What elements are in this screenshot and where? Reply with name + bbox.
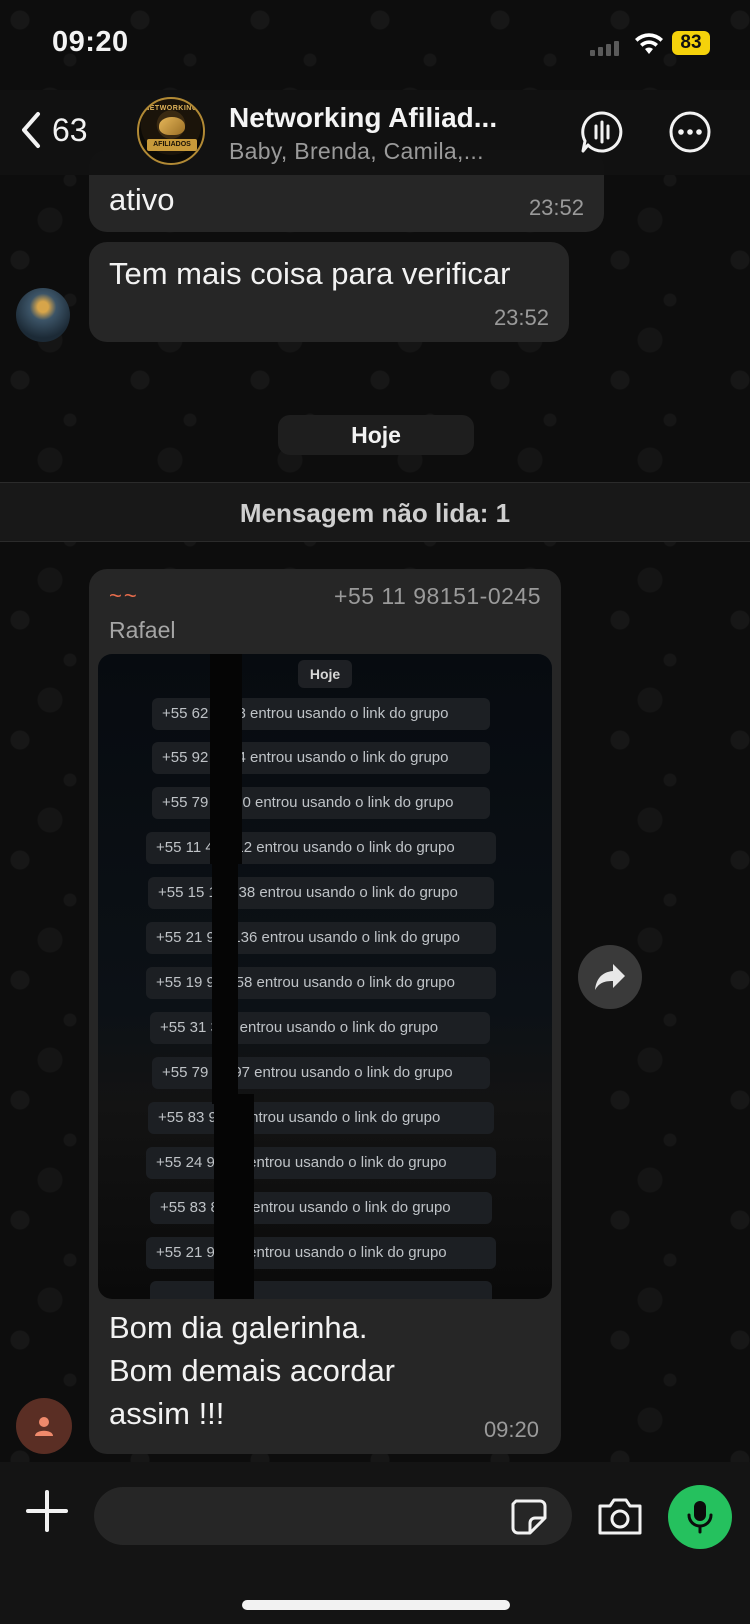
shared-screenshot-image[interactable]: Hoje +55 62 4748 entrou usando o link do… [98, 654, 552, 1299]
screenshot-row: +55 62 4748 entrou usando o link do grup… [152, 698, 490, 730]
image-message-bubble[interactable]: ~~ +55 11 98151-0245 Rafael Hoje +55 62 … [89, 569, 561, 1454]
sender-avatar[interactable] [16, 1398, 72, 1454]
camera-icon[interactable] [596, 1494, 644, 1538]
back-button[interactable]: 63 [18, 110, 88, 150]
unread-messages-banner: Mensagem não lida: 1 [0, 482, 750, 542]
status-time: 09:20 [52, 26, 129, 58]
screenshot-row: +55 21 9 842 entrou usando o link do gru… [146, 1237, 496, 1269]
message-text: ativo [109, 182, 175, 217]
battery-icon: 83 [672, 31, 710, 55]
message-text: Tem mais coisa para verificar [109, 256, 511, 291]
unread-count: 63 [52, 111, 88, 148]
message-time: 09:20 [483, 1417, 539, 1442]
group-members[interactable]: Baby, Brenda, Camila,... [229, 138, 484, 165]
screenshot-row: +55 79 8 097 entrou usando o link do gru… [152, 1057, 490, 1089]
redaction-mark [214, 1094, 254, 1299]
redaction-mark [212, 854, 238, 1104]
screenshot-row [150, 1281, 492, 1299]
message-bubble[interactable]: Tem mais coisa para verificar 23:52 [89, 242, 569, 342]
screenshot-row: +55 83 9 87 entrou usando o link do grup… [148, 1102, 494, 1134]
screenshot-row: +55 24 9 202 entrou usando o link do gru… [146, 1147, 496, 1179]
screenshot-row: +55 15 1-6138 entrou usando o link do gr… [148, 877, 494, 909]
sender-name: Rafael [109, 617, 176, 643]
plus-icon[interactable] [24, 1488, 70, 1534]
sender-phone[interactable]: +55 11 98151-0245 [334, 583, 541, 610]
message-composer [0, 1462, 750, 1624]
screenshot-row: +55 31 349 entrou usando o link do grupo [150, 1012, 490, 1044]
microphone-icon [687, 1501, 713, 1534]
group-avatar[interactable]: NETWORKING AFILIADOS [137, 97, 205, 165]
wifi-icon [635, 33, 663, 54]
voice-chat-icon[interactable] [580, 110, 624, 154]
person-icon [35, 1417, 53, 1436]
message-caption: Bom dia galerinha. Bom demais acordar as… [109, 1310, 396, 1431]
screenshot-date-chip: Hoje [298, 660, 352, 688]
group-name[interactable]: Networking Afiliad... [229, 102, 497, 134]
screenshot-row: +55 79 -8700 entrou usando o link do gru… [152, 787, 490, 819]
chat-header: 63 NETWORKING AFILIADOS Networking Afili… [0, 90, 750, 175]
sticker-icon[interactable] [510, 1498, 548, 1536]
chevron-left-icon [22, 112, 40, 148]
message-time: 23:52 [528, 195, 584, 220]
message-input[interactable] [94, 1487, 572, 1545]
home-indicator [242, 1600, 510, 1610]
screenshot-row: +55 19 9 6058 entrou usando o link do gr… [146, 967, 496, 999]
date-separator: Hoje [278, 415, 474, 455]
screenshot-row: +55 11 4-5812 entrou usando o link do gr… [146, 832, 496, 864]
cellular-signal-icon [590, 41, 619, 56]
screenshot-row: +55 92 3524 entrou usando o link do grup… [152, 742, 490, 774]
sender-tag: ~~ [109, 583, 139, 608]
forward-button[interactable] [578, 945, 642, 1009]
microphone-button[interactable] [668, 1485, 732, 1549]
sender-avatar[interactable] [16, 288, 70, 342]
screenshot-row: +55 83 8 478 entrou usando o link do gru… [150, 1192, 492, 1224]
status-bar: 09:20 83 [0, 0, 750, 90]
redaction-mark [210, 654, 242, 864]
screenshot-row: +55 21 9 -6136 entrou usando o link do g… [146, 922, 496, 954]
message-time: 23:52 [493, 305, 549, 330]
more-options-icon[interactable] [668, 110, 712, 154]
forward-arrow-icon [595, 964, 625, 990]
handshake-icon [159, 117, 185, 135]
